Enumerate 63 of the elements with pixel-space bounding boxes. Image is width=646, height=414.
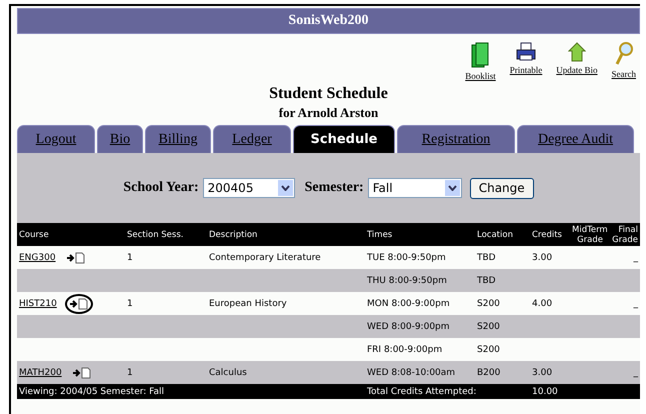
table-cell: Contemporary Literature: [207, 246, 365, 269]
books-icon[interactable]: [471, 42, 490, 68]
footer-total: 10.00: [530, 384, 640, 399]
column-header: Times: [365, 223, 475, 246]
tab[interactable]: Ledger: [213, 125, 291, 153]
toolbar-link[interactable]: Booklist: [465, 71, 496, 81]
table-cell: S200: [475, 292, 530, 315]
tab[interactable]: Billing: [145, 125, 211, 153]
table-cell: TUE 8:00-9:50pm: [365, 246, 475, 269]
table-cell: WED 8:08-10:00am: [365, 361, 475, 384]
table-cell: 1: [125, 292, 207, 315]
caret-icon: [280, 185, 290, 191]
course-link[interactable]: ENG300: [19, 252, 56, 262]
table-cell: FRI 8:00-9:00pm: [365, 338, 475, 361]
column-header: Section Sess.: [125, 223, 207, 246]
table-cell: TBD: [475, 269, 530, 292]
table-cell: B200: [475, 361, 530, 384]
column-header: Location: [475, 223, 530, 246]
tab[interactable]: Schedule: [293, 125, 395, 153]
field-label: School Year:: [123, 180, 199, 196]
table-cell: 1: [125, 246, 207, 269]
semester-dropdown[interactable]: Fall: [368, 178, 462, 198]
page-subtitle: for Arnold Arston: [278, 105, 380, 121]
toolbar-link[interactable]: Search: [612, 69, 636, 79]
field-label: Semester:: [304, 180, 364, 196]
table-cell: MON 8:00-9:00pm: [365, 292, 475, 315]
table-cell: WED 8:00-9:00pm: [365, 315, 475, 338]
toolbar-link[interactable]: Update Bio: [556, 65, 598, 75]
tab[interactable]: Registration: [397, 125, 515, 153]
tab[interactable]: Logout: [17, 125, 95, 153]
table-cell: TBD: [475, 246, 530, 269]
change-button[interactable]: Change: [470, 178, 534, 198]
column-header: Course: [17, 223, 125, 246]
table-cell: 3.00: [530, 361, 570, 384]
page-title: Student Schedule: [268, 85, 389, 103]
table-cell: 3.00: [530, 246, 570, 269]
table-cell: 4.00: [530, 292, 570, 315]
table-cell: THU 8:00-9:50pm: [365, 269, 475, 292]
column-header: Credits: [530, 223, 570, 246]
printer-icon[interactable]: [516, 42, 536, 62]
table-cell: _: [605, 361, 640, 384]
table-cell: S200: [475, 338, 530, 361]
course-link[interactable]: HIST210: [19, 298, 57, 308]
table-cell: 1: [125, 361, 207, 384]
caret-icon: [448, 185, 457, 191]
year-dropdown[interactable]: 200405: [202, 178, 295, 198]
table-cell: _: [605, 292, 640, 315]
footer-text: Total Credits Attempted:: [365, 384, 530, 399]
course-link[interactable]: MATH200: [19, 368, 62, 378]
column-header: MidTerm Grade: [570, 223, 605, 246]
document-icon[interactable]: [64, 294, 93, 314]
tab[interactable]: Degree Audit: [517, 125, 634, 153]
table-cell: _: [605, 246, 640, 269]
house-icon[interactable]: [568, 42, 586, 62]
window-title: SonisWeb200: [17, 8, 640, 34]
table-cell: S200: [475, 315, 530, 338]
table-cell: Calculus: [207, 361, 365, 384]
tab[interactable]: Bio: [97, 125, 143, 153]
footer-text: Viewing: 2004/05 Semester: Fall: [17, 384, 365, 399]
toolbar-link[interactable]: Printable: [510, 65, 542, 75]
table-cell: European History: [207, 292, 365, 315]
column-header: Description: [207, 223, 365, 246]
search-icon[interactable]: [614, 42, 633, 66]
